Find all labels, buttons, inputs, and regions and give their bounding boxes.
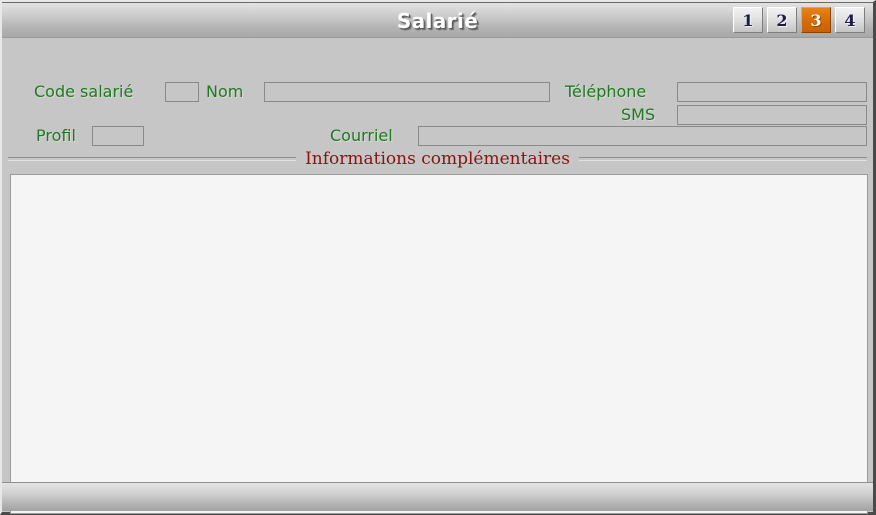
divider-rule-right <box>578 157 868 161</box>
page-tab-strip: 1 2 3 4 <box>733 7 865 33</box>
label-profil: Profil <box>36 126 76 145</box>
input-telephone[interactable] <box>677 82 867 102</box>
salarie-window: Salarié 1 2 3 4 Code salarié Nom Télépho… <box>0 0 876 515</box>
input-profil[interactable] <box>92 126 144 146</box>
label-code-salarie: Code salarié <box>34 82 134 101</box>
status-bar <box>2 482 873 511</box>
title-bar: Salarié 1 2 3 4 <box>2 2 873 38</box>
section-divider-informations-complementaires: Informations complémentaires <box>8 148 868 170</box>
section-title-informations-complementaires: Informations complémentaires <box>305 149 570 169</box>
label-courriel: Courriel <box>330 126 393 145</box>
tab-page-3[interactable]: 3 <box>801 7 831 33</box>
label-sms: SMS <box>621 105 656 124</box>
input-nom[interactable] <box>264 82 550 102</box>
input-sms[interactable] <box>677 105 867 125</box>
tab-page-4[interactable]: 4 <box>835 7 865 33</box>
input-code-salarie[interactable] <box>165 82 199 102</box>
input-courriel[interactable] <box>418 126 867 146</box>
label-nom: Nom <box>206 82 244 101</box>
tab-page-2[interactable]: 2 <box>767 7 797 33</box>
tab-page-1[interactable]: 1 <box>733 7 763 33</box>
divider-rule-left <box>8 157 297 161</box>
label-telephone: Téléphone <box>565 82 647 101</box>
input-informations-complementaires[interactable] <box>10 174 868 514</box>
form-body: Code salarié Nom Téléphone SMS Profil Co… <box>2 38 873 514</box>
